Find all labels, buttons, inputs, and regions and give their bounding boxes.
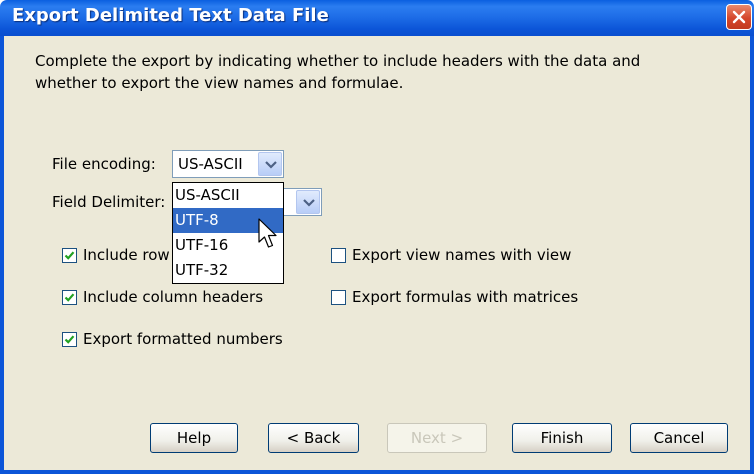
checkbox-box[interactable]: [331, 247, 346, 263]
file-encoding-dropdown-button[interactable]: [258, 152, 282, 176]
chevron-down-icon: [265, 161, 277, 169]
check-mark-icon: [64, 250, 75, 260]
export-formulas-checkbox[interactable]: Export formulas with matrices: [331, 286, 578, 308]
include-row-checkbox[interactable]: Include row: [62, 244, 170, 266]
field-delimiter-label: Field Delimiter:: [52, 193, 166, 211]
encoding-option-utf-32[interactable]: UTF-32: [173, 258, 283, 283]
finish-button[interactable]: Finish: [512, 423, 612, 453]
dialog-title: Export Delimited Text Data File: [12, 5, 329, 26]
checkbox-box[interactable]: [62, 247, 77, 263]
next-button[interactable]: Next >: [387, 423, 487, 453]
include-column-headers-checkbox[interactable]: Include column headers: [62, 286, 263, 308]
include-column-headers-label: Include column headers: [83, 288, 264, 306]
field-delimiter-dropdown-button[interactable]: [296, 190, 320, 214]
export-dialog: Export Delimited Text Data File Complete…: [0, 0, 754, 474]
checkbox-box[interactable]: [62, 289, 77, 305]
help-button[interactable]: Help: [150, 423, 238, 453]
window-frame-bottom: [0, 470, 754, 474]
encoding-option-us-ascii[interactable]: US-ASCII: [173, 183, 283, 208]
file-encoding-select[interactable]: US-ASCII: [172, 150, 284, 178]
export-formatted-numbers-label: Export formatted numbers: [83, 330, 283, 348]
file-encoding-value: US-ASCII: [178, 155, 243, 173]
file-encoding-label: File encoding:: [52, 155, 156, 173]
export-formatted-numbers-checkbox[interactable]: Export formatted numbers: [62, 328, 283, 350]
mouse-pointer-icon: [258, 218, 277, 248]
back-button[interactable]: < Back: [268, 423, 359, 453]
title-bar[interactable]: Export Delimited Text Data File: [0, 0, 754, 36]
check-mark-icon: [64, 334, 75, 344]
include-row-label: Include row: [83, 246, 170, 264]
check-mark-icon: [64, 292, 75, 302]
cancel-button[interactable]: Cancel: [630, 423, 728, 453]
chevron-down-icon: [303, 199, 315, 207]
export-formulas-label: Export formulas with matrices: [352, 288, 579, 306]
window-frame-right: [750, 36, 754, 474]
export-view-names-label: Export view names with view: [352, 246, 572, 264]
checkbox-box[interactable]: [331, 289, 346, 305]
close-icon: [732, 10, 746, 24]
instructions-text: Complete the export by indicating whethe…: [35, 52, 641, 92]
export-view-names-checkbox[interactable]: Export view names with view: [331, 244, 571, 266]
close-button[interactable]: [726, 4, 752, 30]
checkbox-box[interactable]: [62, 331, 77, 347]
